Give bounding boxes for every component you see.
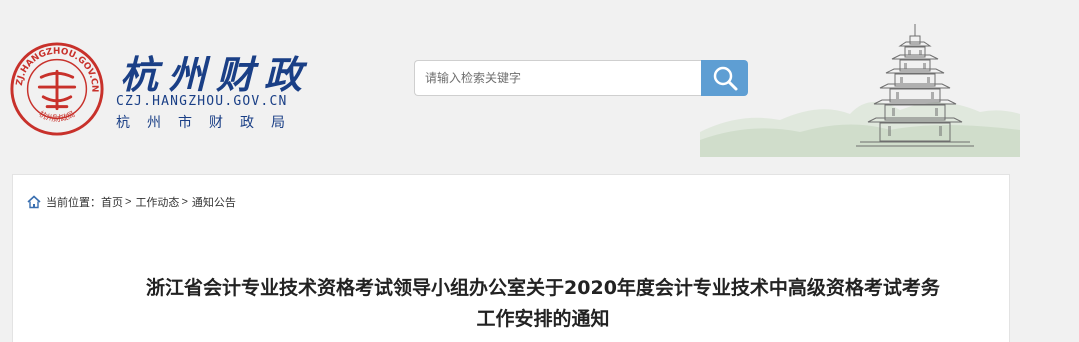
brand-subtitle: 杭州市财政局	[116, 115, 302, 131]
breadcrumb-separator: >	[181, 196, 188, 208]
breadcrumb-prefix: 当前位置：	[46, 197, 101, 209]
search-bar	[414, 60, 748, 96]
breadcrumb-separator: >	[125, 196, 132, 208]
home-icon	[27, 195, 41, 209]
pagoda-illustration	[700, 24, 1020, 157]
breadcrumb: 当前位置： 首页 > 工作动态 > 通知公告	[27, 194, 236, 210]
content-panel: 当前位置： 首页 > 工作动态 > 通知公告 浙江省会计专业技术资格考试领导小组…	[12, 174, 1010, 342]
svg-text:杭州财政局: 杭州财政局	[38, 108, 77, 123]
seal-bottom-text: 杭州财政局	[38, 108, 77, 123]
brand-title[interactable]: 杭州财政	[120, 44, 312, 99]
breadcrumb-work-news[interactable]: 工作动态	[135, 194, 179, 210]
article-title: 浙江省会计专业技术资格考试领导小组办公室关于2020年度会计专业技术中高级资格考…	[93, 273, 993, 335]
breadcrumb-home[interactable]: 首页	[101, 194, 123, 210]
breadcrumb-notices[interactable]: 通知公告	[192, 194, 236, 210]
site-header: CZJ.HANGZHOU.GOV.CN 杭州财政局 杭州财政 CZJ.HANGZ…	[0, 0, 1079, 165]
seal-logo-icon[interactable]: CZJ.HANGZHOU.GOV.CN 杭州财政局	[8, 40, 106, 138]
article-title-line1: 浙江省会计专业技术资格考试领导小组办公室关于2020年度会计专业技术中高级资格考…	[146, 277, 940, 299]
brand-domain: CZJ.HANGZHOU.GOV.CN	[116, 94, 288, 109]
search-input[interactable]	[414, 60, 702, 96]
article-title-line2: 工作安排的通知	[476, 308, 610, 330]
